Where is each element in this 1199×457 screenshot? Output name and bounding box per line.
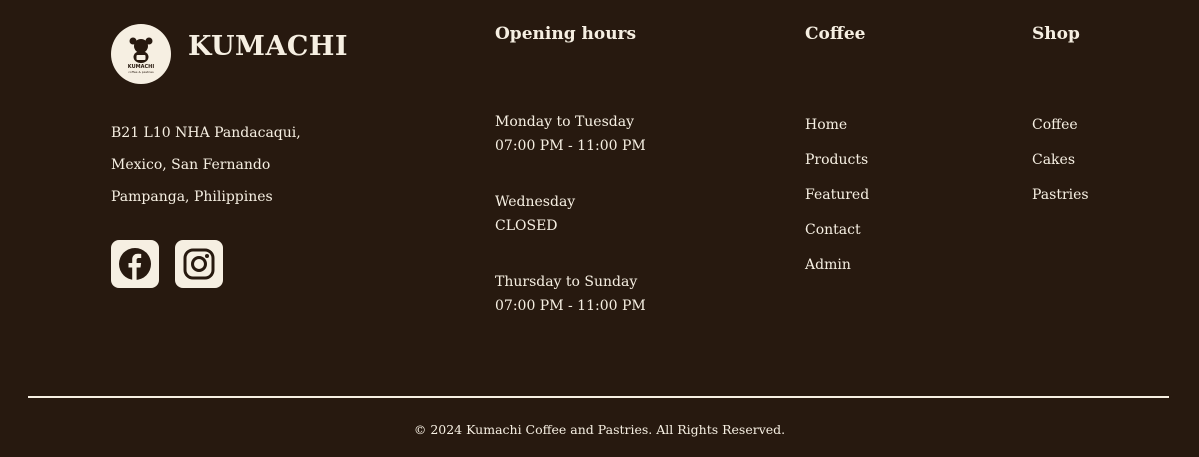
address-line: Mexico, San Fernando xyxy=(111,157,271,173)
opening-hours: Monday to Tuesday 07:00 PM - 11:00 PM We… xyxy=(495,110,646,350)
facebook-icon xyxy=(119,248,151,280)
footer-brand: KUMACHI coffee & pastries KUMACHI xyxy=(111,24,348,84)
footer-link-pastries[interactable]: Pastries xyxy=(1032,178,1089,213)
coffee-links: Home Products Featured Contact Admin xyxy=(805,108,869,283)
footer-link-featured[interactable]: Featured xyxy=(805,178,869,213)
footer-link-cakes[interactable]: Cakes xyxy=(1032,143,1089,178)
bear-logo-icon: KUMACHI coffee & pastries xyxy=(128,37,154,74)
instagram-icon xyxy=(183,248,215,280)
facebook-link[interactable] xyxy=(111,240,159,288)
footer-link-home[interactable]: Home xyxy=(805,108,869,143)
hours-time: 07:00 PM - 11:00 PM xyxy=(495,138,646,154)
hours-days: Thursday to Sunday xyxy=(495,274,638,290)
hours-block: Monday to Tuesday 07:00 PM - 11:00 PM xyxy=(495,110,646,158)
shop-links: Coffee Cakes Pastries xyxy=(1032,108,1089,213)
svg-text:coffee & pastries: coffee & pastries xyxy=(128,70,154,74)
hours-block: Wednesday CLOSED xyxy=(495,190,646,238)
hours-block: Thursday to Sunday 07:00 PM - 11:00 PM xyxy=(495,270,646,318)
copyright-text: © 2024 Kumachi Coffee and Pastries. All … xyxy=(413,422,786,437)
address-line: B21 L10 NHA Pandacaqui, xyxy=(111,125,301,141)
footer-link-contact[interactable]: Contact xyxy=(805,213,869,248)
footer-link-coffee[interactable]: Coffee xyxy=(1032,108,1089,143)
kumachi-logo[interactable]: KUMACHI coffee & pastries xyxy=(111,24,171,84)
footer-link-admin[interactable]: Admin xyxy=(805,248,869,283)
footer-divider xyxy=(28,396,1169,398)
social-links xyxy=(111,240,223,288)
instagram-link[interactable] xyxy=(175,240,223,288)
address-line: Pampanga, Philippines xyxy=(111,189,273,205)
footer-link-products[interactable]: Products xyxy=(805,143,869,178)
brand-name: KUMACHI xyxy=(188,30,349,62)
shop-column-title: Shop xyxy=(1032,24,1080,44)
hours-time: CLOSED xyxy=(495,218,558,234)
hours-days: Wednesday xyxy=(495,194,576,210)
opening-hours-title: Opening hours xyxy=(495,24,637,44)
hours-time: 07:00 PM - 11:00 PM xyxy=(495,298,646,314)
hours-days: Monday to Tuesday xyxy=(495,114,634,130)
coffee-column-title: Coffee xyxy=(805,24,866,44)
address: B21 L10 NHA Pandacaqui, Mexico, San Fern… xyxy=(111,117,301,213)
